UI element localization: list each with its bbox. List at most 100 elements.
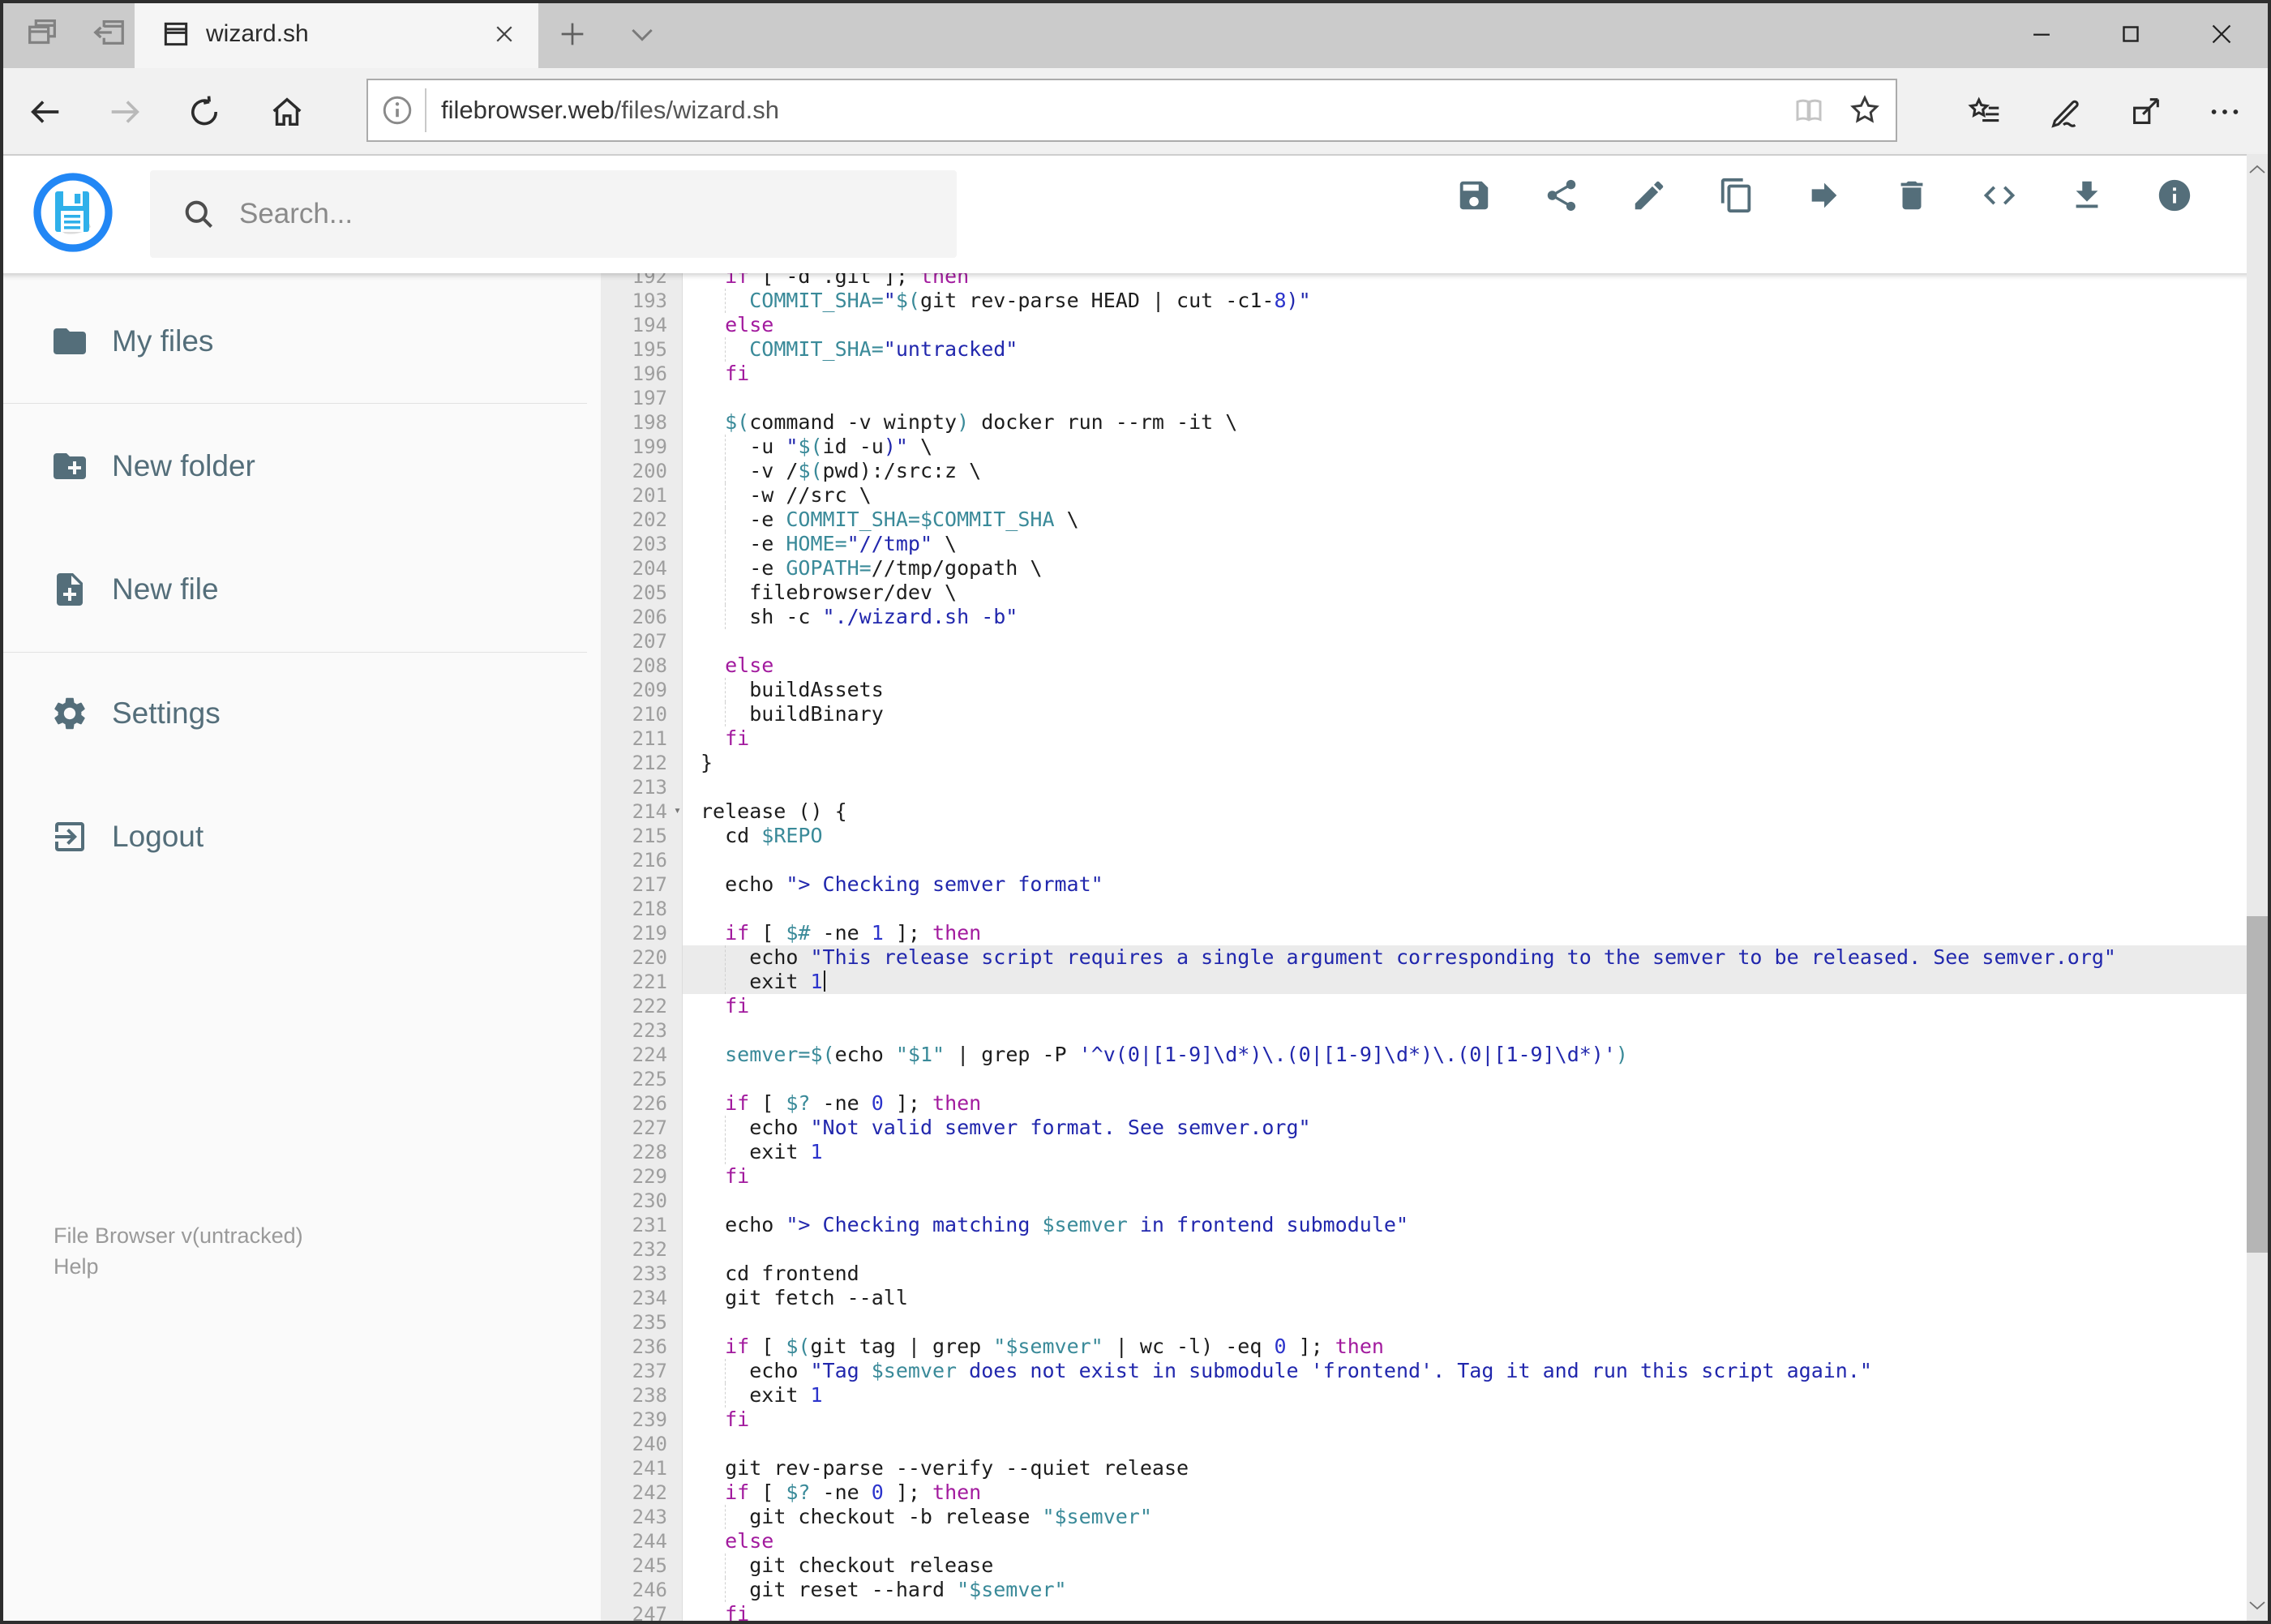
code-line-text[interactable]: -u "$(id -u)" \: [683, 435, 2247, 459]
info-button[interactable]: [2156, 177, 2193, 214]
tab-close-icon[interactable]: [488, 18, 521, 50]
code-line-text[interactable]: -e COMMIT_SHA=$COMMIT_SHA \: [683, 508, 2247, 532]
code-line-text[interactable]: [683, 897, 2247, 921]
code-line-text[interactable]: echo "This release script requires a sin…: [683, 945, 2247, 970]
reading-view-icon[interactable]: [1792, 93, 1826, 127]
code-line-text[interactable]: else: [683, 1529, 2247, 1553]
code-editor[interactable]: 192 if [ -d .git ]; then 193 COMMIT_SHA="…: [601, 273, 2247, 1624]
code-line-text[interactable]: else: [683, 653, 2247, 678]
site-info-icon[interactable]: [379, 92, 415, 128]
tab-list-chevron-icon[interactable]: [623, 15, 662, 54]
close-button[interactable]: [2199, 11, 2244, 57]
code-line-text[interactable]: exit 1: [683, 1140, 2247, 1164]
page-scrollbar[interactable]: [2247, 154, 2268, 1621]
address-bar[interactable]: filebrowser.web/files/wizard.sh: [366, 79, 1897, 142]
search-input[interactable]: Search...: [150, 170, 957, 258]
url-text[interactable]: filebrowser.web/files/wizard.sh: [441, 96, 1792, 125]
scrollbar-up-icon[interactable]: [2247, 156, 2268, 183]
code-line-text[interactable]: sh -c "./wizard.sh -b": [683, 605, 2247, 629]
code-line-text[interactable]: [683, 848, 2247, 872]
code-line-text[interactable]: git fetch --all: [683, 1286, 2247, 1310]
code-line-text[interactable]: echo "Tag $semver does not exist in subm…: [683, 1359, 2247, 1383]
code-line-text[interactable]: if [ $? -ne 0 ]; then: [683, 1091, 2247, 1116]
sidebar-item-logout[interactable]: Logout: [3, 798, 587, 876]
fold-marker-icon[interactable]: ▾: [674, 804, 681, 816]
code-line-text[interactable]: }: [683, 751, 2247, 775]
code-line-text[interactable]: exit 1: [683, 1383, 2247, 1408]
code-line-text[interactable]: exit 1: [683, 970, 2247, 994]
minimize-button[interactable]: [2019, 11, 2064, 57]
filebrowser-logo[interactable]: [32, 172, 114, 253]
rename-button[interactable]: [1630, 177, 1668, 214]
code-line-text[interactable]: filebrowser/dev \: [683, 581, 2247, 605]
code-line-text[interactable]: if [ $? -ne 0 ]; then: [683, 1480, 2247, 1505]
code-line-text[interactable]: -w //src \: [683, 483, 2247, 508]
code-line-text[interactable]: fi: [683, 726, 2247, 751]
code-line-text[interactable]: git rev-parse --verify --quiet release: [683, 1456, 2247, 1480]
code-line-text[interactable]: COMMIT_SHA="untracked": [683, 337, 2247, 362]
code-line-text[interactable]: [683, 1067, 2247, 1091]
code-line-text[interactable]: [683, 1237, 2247, 1262]
code-line-text[interactable]: semver=$(echo "$1" | grep -P '^v(0|[1-9]…: [683, 1043, 2247, 1067]
code-line-text[interactable]: -e HOME="//tmp" \: [683, 532, 2247, 556]
code-line-text[interactable]: buildAssets: [683, 678, 2247, 702]
code-line-text[interactable]: git reset --hard "$semver": [683, 1578, 2247, 1602]
sidebar-item-new-file[interactable]: New file: [3, 551, 587, 628]
set-tabs-aside-icon[interactable]: [89, 13, 128, 52]
refresh-button[interactable]: [185, 92, 224, 131]
code-line-text[interactable]: [683, 386, 2247, 410]
new-tab-button[interactable]: [553, 15, 592, 54]
code-line-text[interactable]: COMMIT_SHA="$(git rev-parse HEAD | cut -…: [683, 289, 2247, 313]
code-line-text[interactable]: git checkout -b release "$semver": [683, 1505, 2247, 1529]
code-line-text[interactable]: fi: [683, 1164, 2247, 1189]
sidebar-item-settings[interactable]: Settings: [3, 675, 587, 752]
code-line-text[interactable]: else: [683, 313, 2247, 337]
code-line-text[interactable]: [683, 629, 2247, 653]
help-link[interactable]: Help: [54, 1251, 303, 1282]
raw-code-button[interactable]: [1981, 177, 2018, 214]
code-line-text[interactable]: -v /$(pwd):/src:z \: [683, 459, 2247, 483]
code-line-text[interactable]: -e GOPATH=//tmp/gopath \: [683, 556, 2247, 581]
code-line-text[interactable]: if [ -d .git ]; then: [683, 273, 2247, 289]
copy-button[interactable]: [1718, 177, 1755, 214]
add-favorite-star-icon[interactable]: [1847, 92, 1883, 128]
code-line-text[interactable]: echo "> Checking matching $semver in fro…: [683, 1213, 2247, 1237]
home-button[interactable]: [268, 92, 306, 131]
code-line-text[interactable]: [683, 1189, 2247, 1213]
code-line-text[interactable]: cd $REPO: [683, 824, 2247, 848]
code-line-text[interactable]: [683, 775, 2247, 799]
code-line-text[interactable]: [683, 1018, 2247, 1043]
code-line-text[interactable]: fi: [683, 994, 2247, 1018]
code-line-text[interactable]: [683, 1432, 2247, 1456]
code-line-text[interactable]: buildBinary: [683, 702, 2247, 726]
scrollbar-down-icon[interactable]: [2247, 1592, 2268, 1619]
more-options-icon[interactable]: [2205, 92, 2244, 131]
save-button[interactable]: [1455, 177, 1493, 214]
code-line-text[interactable]: [683, 1310, 2247, 1335]
annotate-pen-icon[interactable]: [2045, 92, 2084, 131]
download-button[interactable]: [2068, 177, 2106, 214]
code-line-text[interactable]: fi: [683, 362, 2247, 386]
delete-button[interactable]: [1893, 177, 1930, 214]
forward-button[interactable]: [105, 92, 144, 131]
share-button[interactable]: [1543, 177, 1580, 214]
tab-preview-icon[interactable]: [23, 13, 62, 52]
back-button[interactable]: [26, 92, 65, 131]
code-line-text[interactable]: echo "Not valid semver format. See semve…: [683, 1116, 2247, 1140]
move-button[interactable]: [1806, 177, 1843, 214]
scrollbar-thumb[interactable]: [2247, 916, 2268, 1253]
code-line-text[interactable]: fi: [683, 1408, 2247, 1432]
favorites-hub-icon[interactable]: [1965, 92, 2004, 131]
maximize-button[interactable]: [2108, 11, 2153, 57]
sidebar-item-new-folder[interactable]: New folder: [3, 427, 587, 505]
code-line-text[interactable]: release () {: [683, 799, 2247, 824]
code-line-text[interactable]: echo "> Checking semver format": [683, 872, 2247, 897]
code-line-text[interactable]: if [ $(git tag | grep "$semver" | wc -l)…: [683, 1335, 2247, 1359]
code-line-text[interactable]: cd frontend: [683, 1262, 2247, 1286]
share-page-icon[interactable]: [2126, 92, 2165, 131]
code-line-text[interactable]: $(command -v winpty) docker run --rm -it…: [683, 410, 2247, 435]
code-line-text[interactable]: if [ $# -ne 1 ]; then: [683, 921, 2247, 945]
code-line-text[interactable]: git checkout release: [683, 1553, 2247, 1578]
browser-tab[interactable]: wizard.sh: [135, 0, 538, 68]
sidebar-item-my-files[interactable]: My files: [3, 302, 587, 380]
